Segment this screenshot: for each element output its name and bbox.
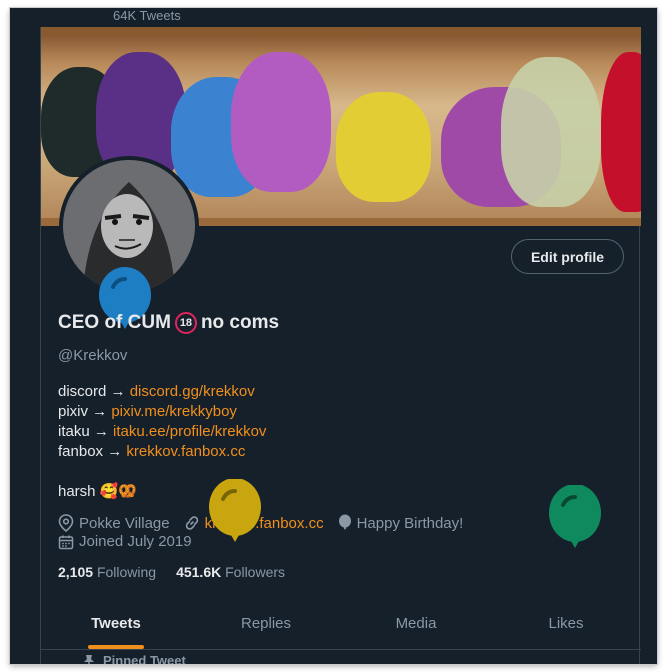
pin-icon (83, 654, 95, 664)
location-item: Pokke Village (58, 514, 170, 532)
bio-line: fanbox → krekkov.fanbox.cc (58, 442, 266, 462)
bio-line: discord → discord.gg/krekkov (58, 382, 266, 402)
followers-count: 451.6K (176, 564, 222, 580)
joined-text: Joined July 2019 (79, 533, 192, 550)
follow-stats: 2,105 Following 451.6K Followers (58, 564, 285, 580)
birthday-item: Happy Birthday! (338, 514, 464, 532)
followers-label: Followers (225, 564, 286, 580)
profile-tabs: Tweets Replies Media Likes (41, 597, 641, 650)
bio-line: pixiv → pixiv.me/krekkyboy (58, 402, 266, 422)
link-icon (184, 515, 200, 531)
bio-link-discord[interactable]: discord.gg/krekkov (130, 383, 255, 400)
profile-handle: @Krekkov (58, 347, 128, 364)
banner-figure (336, 92, 431, 202)
balloon-decoration (207, 478, 263, 554)
location-pin-icon (58, 514, 74, 532)
pinned-label: Pinned Tweet (103, 653, 186, 664)
banner-shelf-top (41, 27, 641, 35)
edit-profile-button[interactable]: Edit profile (511, 239, 624, 274)
bio-label: pixiv → (58, 403, 112, 420)
bio-label: itaku → (58, 423, 114, 440)
pinned-tweet-header: Pinned Tweet (83, 653, 186, 664)
age-18-badge: 18 (174, 312, 197, 334)
following-label: Following (96, 564, 157, 580)
balloon-icon (338, 514, 352, 532)
display-name: CEO of CUM 18 no coms (58, 312, 279, 334)
tab-likes[interactable]: Likes (491, 597, 641, 649)
tab-tweets[interactable]: Tweets (41, 597, 191, 649)
following-count: 2,105 (58, 564, 94, 580)
profile-bio: discord → discord.gg/krekkov pixiv → pix… (58, 382, 266, 462)
banner-figure (501, 57, 601, 207)
bio-link-fanbox[interactable]: krekkov.fanbox.cc (126, 443, 245, 460)
banner-figure (231, 52, 331, 192)
bio-label: discord → (58, 383, 130, 400)
location-text: Pokke Village (79, 514, 170, 532)
tab-replies[interactable]: Replies (191, 597, 341, 649)
banner-figure (601, 52, 641, 212)
bio-label: fanbox → (58, 443, 127, 460)
profile-window: 64K Tweets Edit profile CEO of CUM 18 no… (10, 8, 657, 664)
followers-link[interactable]: 451.6K Followers (176, 564, 285, 580)
display-name-text: CEO of CUM (58, 312, 171, 333)
birthday-text: Happy Birthday! (356, 514, 464, 532)
display-name-suffix: no coms (200, 312, 280, 333)
balloon-decoration (547, 484, 603, 562)
tweet-count: 64K Tweets (113, 8, 181, 23)
bio-link-pixiv[interactable]: pixiv.me/krekkyboy (111, 403, 237, 420)
calendar-icon (58, 534, 74, 550)
following-link[interactable]: 2,105 Following (58, 564, 156, 580)
bio-tagline: harsh 🥰🥨 (58, 483, 138, 500)
bio-link-itaku[interactable]: itaku.ee/profile/krekkov (113, 423, 266, 440)
profile-column: Edit profile CEO of CUM 18 no coms @Krek… (40, 27, 641, 664)
joined-item: Joined July 2019 (58, 533, 192, 550)
tab-media[interactable]: Media (341, 597, 491, 649)
bio-line: itaku → itaku.ee/profile/krekkov (58, 422, 266, 442)
